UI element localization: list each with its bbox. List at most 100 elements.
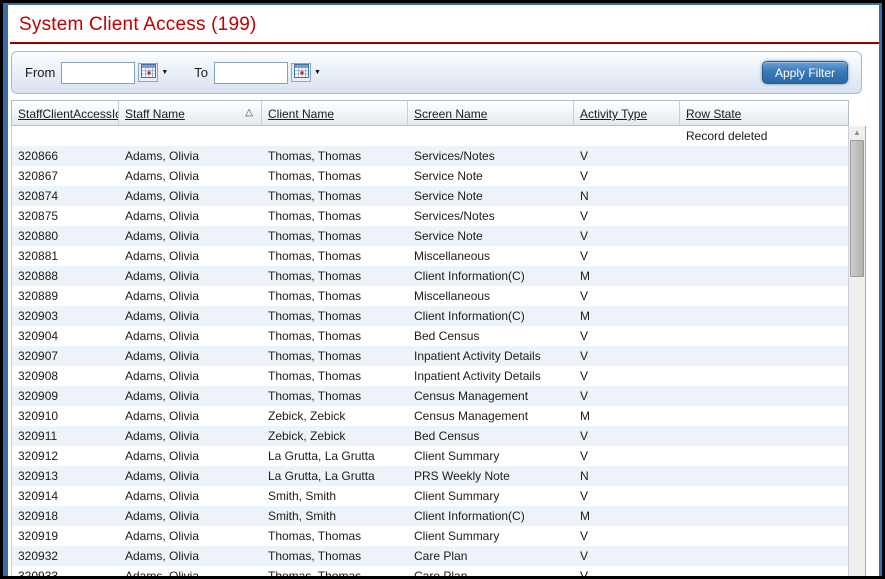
cell-staff-client-access-id: 320912: [12, 446, 119, 466]
cell-row-state: [680, 186, 848, 206]
column-header-staff-name[interactable]: Staff Name △: [119, 101, 262, 125]
cell-client: Thomas, Thomas: [262, 146, 408, 166]
cell-activity: V: [574, 446, 680, 466]
cell-screen: Bed Census: [408, 426, 574, 446]
from-calendar-dropdown-icon[interactable]: ▼: [161, 69, 168, 76]
filter-bar: From ▼ To: [11, 51, 862, 94]
cell-activity: V: [574, 286, 680, 306]
table-row[interactable]: Record deleted: [12, 126, 848, 146]
cell-screen: Bed Census: [408, 326, 574, 346]
table-row[interactable]: 320910Adams, OliviaZebick, ZebickCensus …: [12, 406, 848, 426]
cell-activity: V: [574, 386, 680, 406]
cell-screen: [408, 126, 574, 146]
column-header-label: Staff Name: [125, 107, 185, 125]
cell-client: Thomas, Thomas: [262, 306, 408, 326]
page-title: System Client Access (199): [8, 5, 879, 42]
to-calendar-button[interactable]: [291, 63, 311, 82]
from-calendar-button[interactable]: [138, 63, 158, 82]
column-header-screen-name[interactable]: Screen Name: [408, 101, 574, 125]
cell-activity: V: [574, 246, 680, 266]
cell-staff: Adams, Olivia: [119, 246, 262, 266]
cell-screen: Services/Notes: [408, 206, 574, 226]
cell-row-state: [680, 426, 848, 446]
cell-activity: M: [574, 506, 680, 526]
table-row[interactable]: 320918Adams, OliviaSmith, SmithClient In…: [12, 506, 848, 526]
cell-staff: Adams, Olivia: [119, 446, 262, 466]
table-row[interactable]: 320932Adams, OliviaThomas, ThomasCare Pl…: [12, 546, 848, 566]
table-row[interactable]: 320904Adams, OliviaThomas, ThomasBed Cen…: [12, 326, 848, 346]
cell-staff-client-access-id: 320933: [12, 566, 119, 576]
table-row[interactable]: 320909Adams, OliviaThomas, ThomasCensus …: [12, 386, 848, 406]
cell-activity: V: [574, 226, 680, 246]
cell-client: Thomas, Thomas: [262, 566, 408, 576]
to-calendar-dropdown-icon[interactable]: ▼: [314, 69, 321, 76]
table-row[interactable]: 320908Adams, OliviaThomas, ThomasInpatie…: [12, 366, 848, 386]
column-header-activity-type[interactable]: Activity Type: [574, 101, 680, 125]
cell-activity: V: [574, 326, 680, 346]
cell-screen: Client Information(C): [408, 306, 574, 326]
cell-client: Zebick, Zebick: [262, 426, 408, 446]
table-row[interactable]: 320912Adams, OliviaLa Grutta, La GruttaC…: [12, 446, 848, 466]
table-row[interactable]: 320880Adams, OliviaThomas, ThomasService…: [12, 226, 848, 246]
column-header-row-state[interactable]: Row State: [680, 101, 848, 125]
table-row[interactable]: 320911Adams, OliviaZebick, ZebickBed Cen…: [12, 426, 848, 446]
cell-staff: Adams, Olivia: [119, 346, 262, 366]
cell-client: Smith, Smith: [262, 506, 408, 526]
table-row[interactable]: 320914Adams, OliviaSmith, SmithClient Su…: [12, 486, 848, 506]
cell-client: Thomas, Thomas: [262, 226, 408, 246]
cell-staff-client-access-id: [12, 126, 119, 146]
sort-ascending-icon: △: [245, 107, 253, 125]
cell-staff-client-access-id: 320908: [12, 366, 119, 386]
cell-activity: V: [574, 546, 680, 566]
cell-row-state: [680, 566, 848, 576]
column-header-label: Activity Type: [580, 107, 647, 125]
cell-client: Thomas, Thomas: [262, 186, 408, 206]
cell-staff: Adams, Olivia: [119, 486, 262, 506]
table-row[interactable]: 320881Adams, OliviaThomas, ThomasMiscell…: [12, 246, 848, 266]
cell-row-state: [680, 306, 848, 326]
table-row[interactable]: 320889Adams, OliviaThomas, ThomasMiscell…: [12, 286, 848, 306]
from-date-input[interactable]: [61, 62, 135, 84]
cell-activity: V: [574, 566, 680, 576]
table-row[interactable]: 320888Adams, OliviaThomas, ThomasClient …: [12, 266, 848, 286]
cell-activity: V: [574, 486, 680, 506]
cell-activity: V: [574, 166, 680, 186]
cell-screen: Census Management: [408, 386, 574, 406]
cell-client: Thomas, Thomas: [262, 546, 408, 566]
column-header-staffclientaccessid[interactable]: StaffClientAccessId: [12, 101, 119, 125]
cell-client: Zebick, Zebick: [262, 406, 408, 426]
table-row[interactable]: 320875Adams, OliviaThomas, ThomasService…: [12, 206, 848, 226]
table-row[interactable]: 320867Adams, OliviaThomas, ThomasService…: [12, 166, 848, 186]
cell-staff-client-access-id: 320904: [12, 326, 119, 346]
scrollbar-thumb[interactable]: [850, 140, 864, 277]
cell-staff: Adams, Olivia: [119, 466, 262, 486]
data-grid: StaffClientAccessId Staff Name △ Client Nam…: [11, 100, 879, 576]
table-row[interactable]: 320919Adams, OliviaThomas, ThomasClient …: [12, 526, 848, 546]
table-row[interactable]: 320907Adams, OliviaThomas, ThomasInpatie…: [12, 346, 848, 366]
cell-staff-client-access-id: 320880: [12, 226, 119, 246]
column-header-client-name[interactable]: Client Name: [262, 101, 408, 125]
cell-client: Thomas, Thomas: [262, 246, 408, 266]
cell-staff: Adams, Olivia: [119, 186, 262, 206]
cell-staff-client-access-id: 320918: [12, 506, 119, 526]
table-row[interactable]: 320933Adams, OliviaThomas, ThomasCare Pl…: [12, 566, 848, 576]
cell-screen: Service Note: [408, 226, 574, 246]
scrollbar-up-icon[interactable]: ▲: [849, 127, 865, 139]
to-date-input[interactable]: [214, 62, 288, 84]
cell-activity: N: [574, 466, 680, 486]
to-label: To: [194, 65, 208, 80]
cell-screen: Service Note: [408, 186, 574, 206]
apply-filter-button[interactable]: Apply Filter: [762, 61, 848, 84]
cell-row-state: [680, 286, 848, 306]
table-row[interactable]: 320913Adams, OliviaLa Grutta, La GruttaP…: [12, 466, 848, 486]
title-divider: [10, 42, 879, 44]
cell-row-state: [680, 246, 848, 266]
cell-activity: V: [574, 526, 680, 546]
cell-activity: V: [574, 346, 680, 366]
table-row[interactable]: 320866Adams, OliviaThomas, ThomasService…: [12, 146, 848, 166]
scrollbar-track[interactable]: ▲: [849, 126, 866, 576]
table-row[interactable]: 320874Adams, OliviaThomas, ThomasService…: [12, 186, 848, 206]
cell-client: Thomas, Thomas: [262, 326, 408, 346]
table-row[interactable]: 320903Adams, OliviaThomas, ThomasClient …: [12, 306, 848, 326]
cell-row-state: [680, 166, 848, 186]
